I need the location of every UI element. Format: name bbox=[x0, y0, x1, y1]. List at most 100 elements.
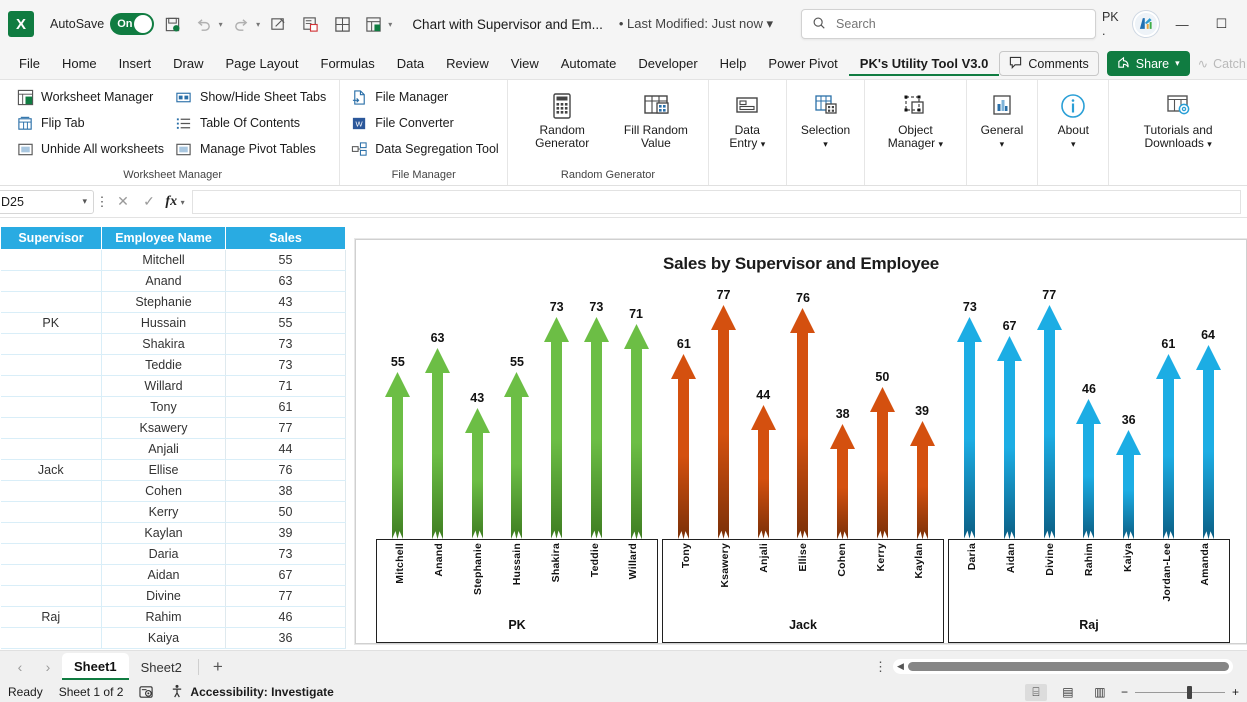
page-layout-view-icon[interactable]: ▤ bbox=[1057, 684, 1079, 701]
restore-button[interactable]: ☐ bbox=[1206, 9, 1237, 39]
table-row[interactable]: Anand 63 bbox=[0, 270, 346, 292]
share-button[interactable]: Share ▾ bbox=[1106, 51, 1190, 76]
redo-icon[interactable] bbox=[229, 11, 255, 37]
save-icon[interactable] bbox=[160, 11, 186, 37]
chart-bar[interactable]: 71 bbox=[623, 286, 649, 539]
cell-sales[interactable]: 43 bbox=[225, 291, 346, 313]
general-button[interactable]: General ▾ bbox=[973, 88, 1032, 154]
cell-sales[interactable]: 77 bbox=[225, 417, 346, 439]
avatar[interactable] bbox=[1133, 11, 1159, 37]
customize-qat-icon[interactable]: ▾ bbox=[388, 20, 392, 29]
scroll-left-icon[interactable]: ◀ bbox=[897, 661, 904, 672]
flip-tab-button[interactable]: Flip Tab bbox=[12, 111, 171, 135]
cell-employee-name[interactable]: Aidan bbox=[101, 564, 226, 586]
undo-icon[interactable] bbox=[191, 11, 217, 37]
about-button[interactable]: About ▾ bbox=[1044, 88, 1102, 154]
zoom-out-button[interactable]: − bbox=[1121, 685, 1128, 699]
search-box[interactable] bbox=[801, 9, 1096, 39]
catch-up-button[interactable]: ∿ Catch bbox=[1198, 56, 1246, 72]
chart-bar[interactable]: 38 bbox=[830, 286, 856, 539]
file-converter-button[interactable]: W File Converter bbox=[346, 111, 505, 135]
chart-bar[interactable]: 64 bbox=[1195, 286, 1221, 539]
tab-page-layout[interactable]: Page Layout bbox=[215, 52, 310, 75]
cell-sales[interactable]: 39 bbox=[225, 522, 346, 544]
chart-bar[interactable]: 39 bbox=[909, 286, 935, 539]
cell-supervisor[interactable] bbox=[0, 522, 102, 544]
prev-sheet-button[interactable]: ‹ bbox=[6, 654, 34, 680]
cell-employee-name[interactable]: Cohen bbox=[101, 480, 226, 502]
chart-bar[interactable]: 36 bbox=[1116, 286, 1142, 539]
cell-sales[interactable]: 67 bbox=[225, 564, 346, 586]
table-row[interactable]: PK Hussain 55 bbox=[0, 312, 346, 334]
chart-bar[interactable]: 77 bbox=[1036, 286, 1062, 539]
cell-supervisor[interactable] bbox=[0, 501, 102, 523]
cell-sales[interactable]: 71 bbox=[225, 375, 346, 397]
chevron-down-icon[interactable]: ▾ bbox=[181, 198, 185, 207]
chart-bar[interactable]: 44 bbox=[750, 286, 776, 539]
tab-insert[interactable]: Insert bbox=[108, 52, 163, 75]
borders-icon[interactable] bbox=[329, 11, 355, 37]
chart-bar[interactable]: 77 bbox=[711, 286, 737, 539]
chevron-down-icon[interactable]: ▾ bbox=[939, 139, 944, 149]
unhide-all-worksheets-button[interactable]: Unhide All worksheets bbox=[12, 137, 171, 161]
cell-employee-name[interactable]: Hussain bbox=[101, 312, 226, 334]
formula-bar-options-icon[interactable]: ⋮ bbox=[94, 194, 110, 210]
cell-employee-name[interactable]: Stephanie bbox=[101, 291, 226, 313]
sheet-tab-sheet1[interactable]: Sheet1 bbox=[62, 653, 129, 680]
tab-review[interactable]: Review bbox=[435, 52, 500, 75]
cancel-entry-icon[interactable]: ✕ bbox=[110, 193, 136, 210]
confirm-entry-icon[interactable]: ✓ bbox=[136, 193, 162, 210]
table-row[interactable]: Divine 77 bbox=[0, 585, 346, 607]
cell-supervisor[interactable] bbox=[0, 270, 102, 292]
chart-bar[interactable]: 43 bbox=[464, 286, 490, 539]
autosave-toggle[interactable]: On bbox=[110, 13, 154, 35]
chevron-down-icon[interactable]: ▾ bbox=[761, 139, 766, 149]
sheet-tab-sheet2[interactable]: Sheet2 bbox=[129, 653, 194, 680]
chart-bar[interactable]: 73 bbox=[583, 286, 609, 539]
cell-supervisor[interactable]: Raj bbox=[0, 606, 102, 628]
cell-employee-name[interactable]: Daria bbox=[101, 543, 226, 565]
horizontal-scrollbar[interactable]: ◀ bbox=[893, 659, 1233, 674]
data-entry-button[interactable]: Data Entry ▾ bbox=[715, 88, 780, 154]
chart-bar[interactable]: 73 bbox=[544, 286, 570, 539]
zoom-knob[interactable] bbox=[1186, 685, 1192, 699]
tab-power-pivot[interactable]: Power Pivot bbox=[757, 52, 848, 75]
cell-employee-name[interactable]: Kaiya bbox=[101, 627, 226, 649]
chart-bar[interactable]: 61 bbox=[671, 286, 697, 539]
object-manager-button[interactable]: Object Manager ▾ bbox=[871, 88, 959, 154]
tab-automate[interactable]: Automate bbox=[550, 52, 628, 75]
cell-sales[interactable]: 50 bbox=[225, 501, 346, 523]
add-sheet-button[interactable]: + bbox=[203, 654, 233, 680]
cell-sales[interactable]: 55 bbox=[225, 249, 346, 271]
cell-sales[interactable]: 73 bbox=[225, 333, 346, 355]
tab-help[interactable]: Help bbox=[709, 52, 758, 75]
zoom-in-button[interactable]: + bbox=[1232, 685, 1239, 699]
search-input[interactable] bbox=[834, 16, 1085, 32]
undo-dropdown-icon[interactable]: ▾ bbox=[219, 20, 223, 29]
tab-draw[interactable]: Draw bbox=[162, 52, 214, 75]
cell-employee-name[interactable]: Shakira bbox=[101, 333, 226, 355]
cell-sales[interactable]: 76 bbox=[225, 459, 346, 481]
chevron-down-icon[interactable]: ▾ bbox=[1071, 139, 1076, 149]
table-row[interactable]: Tony 61 bbox=[0, 396, 346, 418]
cell-sales[interactable]: 44 bbox=[225, 438, 346, 460]
redo-dropdown-icon[interactable]: ▾ bbox=[256, 20, 260, 29]
tutorials-and-downloads-button[interactable]: Tutorials and Downloads ▾ bbox=[1115, 88, 1241, 154]
insert-function-icon[interactable]: fx ▾ bbox=[162, 194, 188, 210]
cell-sales[interactable]: 61 bbox=[225, 396, 346, 418]
table-of-contents-button[interactable]: Table Of Contents bbox=[171, 111, 333, 135]
cell-employee-name[interactable]: Rahim bbox=[101, 606, 226, 628]
chart-bar[interactable]: 73 bbox=[957, 286, 983, 539]
fill-random-value-button[interactable]: Fill Random Value bbox=[610, 88, 702, 153]
normal-view-icon[interactable]: ⌸ bbox=[1024, 683, 1047, 701]
share-chevron-down-icon[interactable]: ▾ bbox=[1175, 58, 1180, 69]
table-row[interactable]: Raj Rahim 46 bbox=[0, 606, 346, 628]
cell-sales[interactable]: 55 bbox=[225, 312, 346, 334]
cell-supervisor[interactable] bbox=[0, 291, 102, 313]
selection-button[interactable]: Selection ▾ bbox=[793, 88, 858, 154]
table-row[interactable]: Cohen 38 bbox=[0, 480, 346, 502]
table-row[interactable]: Kerry 50 bbox=[0, 501, 346, 523]
next-sheet-button[interactable]: › bbox=[34, 654, 62, 680]
cell-employee-name[interactable]: Anand bbox=[101, 270, 226, 292]
cell-employee-name[interactable]: Tony bbox=[101, 396, 226, 418]
